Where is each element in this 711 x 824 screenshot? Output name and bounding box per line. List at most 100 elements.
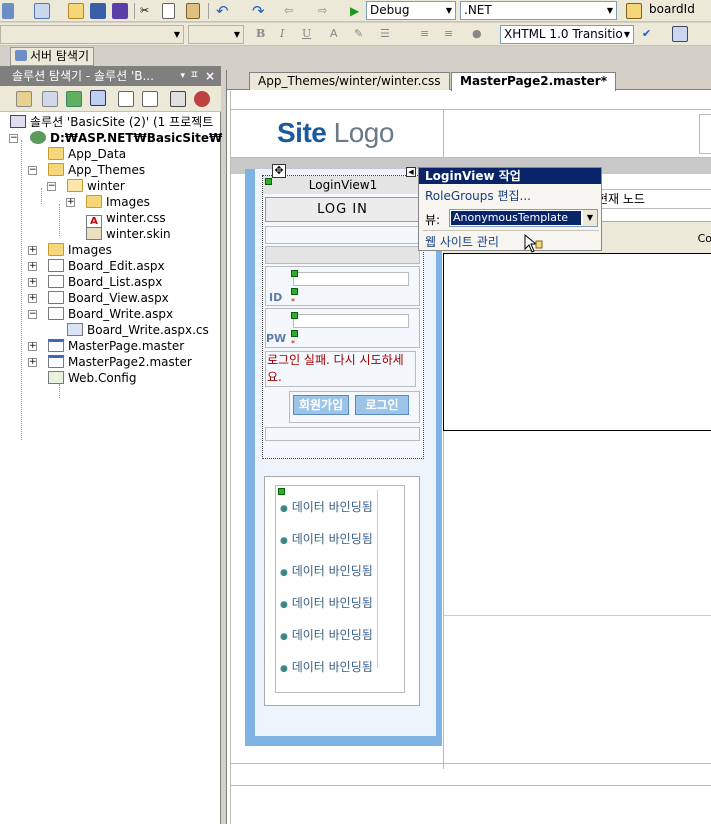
list-item[interactable]: ● 데이터 바인딩됨 [280, 588, 373, 620]
nest-files-icon[interactable] [90, 90, 106, 106]
view-select[interactable]: AnonymousTemplate ▼ [449, 209, 598, 227]
content-placeholder[interactable] [443, 253, 711, 431]
tree-item-app-themes[interactable]: App_Themes [48, 162, 145, 178]
list-item[interactable]: ● 데이터 바인딩됨 [280, 620, 373, 652]
start-debug-icon[interactable]: ▶ [350, 3, 359, 19]
expand-icon[interactable]: + [28, 358, 37, 367]
tree-item-web-config[interactable]: Web.Config [48, 370, 136, 386]
open-file-icon[interactable] [68, 3, 84, 19]
tree-item-winter-skin[interactable]: winter.skin [86, 226, 171, 242]
collapse-icon[interactable]: − [28, 310, 37, 319]
bullet-list-icon[interactable]: ≡ [420, 26, 429, 42]
tree-item-solution[interactable]: 솔루션 'BasicSite (2)' (1 프로젝트 [10, 114, 213, 130]
loginview-control[interactable]: LoginView1 LOG IN ID * PW * 로그인 실패. 다시 시… [262, 175, 424, 459]
id-input[interactable] [293, 272, 409, 286]
save-all-icon[interactable] [112, 3, 128, 19]
edit-rolegroups-link[interactable]: RoleGroups 편집... [425, 187, 531, 204]
folder-icon [86, 195, 102, 208]
bold-button[interactable]: B [256, 26, 265, 42]
loginview-label: LoginView1 [263, 176, 423, 194]
login-button[interactable]: 로그인 [355, 395, 409, 415]
tree-item-label: Web.Config [68, 371, 137, 385]
font-color-icon[interactable]: A [330, 26, 338, 42]
find-in-files-icon[interactable] [626, 3, 642, 19]
underline-button[interactable]: U [302, 26, 311, 42]
tab-masterpage2[interactable]: MasterPage2.master* [451, 72, 616, 91]
find-combo[interactable]: boardId [646, 1, 711, 20]
check-accessibility-icon[interactable] [672, 26, 688, 42]
list-item[interactable]: ● 데이터 바인딩됨 [280, 492, 373, 524]
website-admin-link[interactable]: 웹 사이트 관리 [425, 233, 499, 250]
doctype-combo[interactable]: XHTML 1.0 Transitio ▼ [500, 25, 634, 44]
platform-combo[interactable]: .NET ▼ [460, 1, 617, 20]
tab-winter-css[interactable]: App_Themes/winter/winter.css [249, 72, 450, 90]
tree-item-board-view[interactable]: Board_View.aspx [48, 290, 169, 306]
view-designer-icon[interactable] [142, 91, 158, 107]
content-placeholder-label: Co [697, 232, 711, 245]
bg-color-icon[interactable]: ● [472, 26, 482, 42]
config-value: Debug [370, 3, 410, 17]
navigate-forward-icon[interactable]: ⇨ [318, 3, 327, 19]
tree-item-winter[interactable]: winter [67, 178, 125, 194]
tree-item-board-edit[interactable]: Board_Edit.aspx [48, 258, 165, 274]
tree-item-winter-css[interactable]: Awinter.css [86, 210, 166, 228]
bullet-icon: ● [280, 600, 288, 610]
italic-button[interactable]: I [280, 26, 284, 42]
close-icon[interactable]: × [205, 66, 215, 86]
add-item-icon[interactable] [34, 3, 50, 19]
pin-icon[interactable]: ㅍ [190, 66, 199, 86]
undo-icon[interactable]: ↶ [216, 3, 229, 19]
paste-icon[interactable] [186, 3, 200, 19]
validate-icon[interactable]: ✔ [642, 26, 651, 42]
list-item-label: 데이터 바인딩됨 [291, 628, 373, 642]
tree-item-project[interactable]: D:₩ASP.NET₩BasicSite₩ [30, 130, 222, 146]
list-item[interactable]: ● 데이터 바인딩됨 [280, 556, 373, 588]
chevron-down-icon[interactable]: ▼ [583, 210, 597, 226]
smart-tag-glyph[interactable]: ◀ [406, 167, 416, 177]
expand-icon[interactable]: + [28, 294, 37, 303]
tree-item-winter-images[interactable]: Images [86, 194, 150, 210]
navigate-back-icon[interactable]: ⇦ [284, 3, 293, 19]
font-size-combo[interactable]: ▼ [188, 25, 244, 44]
dropdown-icon[interactable]: ▾ [180, 66, 185, 86]
list-item[interactable]: ● 데이터 바인딩됨 [280, 524, 373, 556]
save-icon[interactable] [90, 3, 106, 19]
expand-icon[interactable]: + [28, 262, 37, 271]
expand-icon[interactable]: + [28, 342, 37, 351]
tree-item-app-data[interactable]: App_Data [48, 146, 126, 162]
tree-item-images[interactable]: Images [48, 242, 112, 258]
list-item[interactable]: ● 데이터 바인딩됨 [280, 652, 373, 684]
collapse-icon[interactable]: − [47, 182, 56, 191]
tree-item-board-write[interactable]: Board_Write.aspx [48, 306, 173, 322]
highlight-icon[interactable]: ✎ [354, 26, 363, 42]
align-icon[interactable]: ☰ [380, 26, 390, 42]
collapse-icon[interactable]: − [9, 134, 18, 143]
join-button[interactable]: 회원가입 [293, 395, 349, 415]
tree-item-board-write-cs[interactable]: Board_Write.aspx.cs [67, 322, 209, 338]
tree-item-masterpage2[interactable]: MasterPage2.master [48, 354, 192, 370]
copy-website-icon[interactable] [170, 91, 186, 107]
move-handle-icon[interactable]: ✥ [272, 164, 286, 178]
asp-config-icon[interactable] [194, 91, 210, 107]
folder-icon [48, 163, 64, 176]
tree-item-masterpage[interactable]: MasterPage.master [48, 338, 184, 354]
copy-icon[interactable] [162, 3, 175, 19]
server-explorer-tab[interactable]: 서버 탐색기 [10, 47, 95, 66]
new-project-icon[interactable] [2, 3, 14, 19]
tree-item-board-list[interactable]: Board_List.aspx [48, 274, 162, 290]
chevron-down-icon: ▼ [173, 30, 181, 39]
expand-icon[interactable]: + [28, 246, 37, 255]
properties-icon[interactable] [16, 91, 32, 107]
numbered-list-icon[interactable]: ≡ [444, 26, 453, 42]
show-all-files-icon[interactable] [42, 91, 58, 107]
collapse-icon[interactable]: − [28, 166, 37, 175]
cut-icon[interactable]: ✂ [140, 3, 149, 19]
pw-input[interactable] [293, 314, 409, 328]
refresh-icon[interactable] [66, 91, 82, 107]
block-format-combo[interactable]: ▼ [0, 25, 184, 44]
config-combo[interactable]: Debug ▼ [366, 1, 456, 20]
expand-icon[interactable]: + [28, 278, 37, 287]
expand-icon[interactable]: + [66, 198, 75, 207]
redo-icon[interactable]: ↷ [252, 3, 265, 19]
view-code-icon[interactable] [118, 91, 134, 107]
